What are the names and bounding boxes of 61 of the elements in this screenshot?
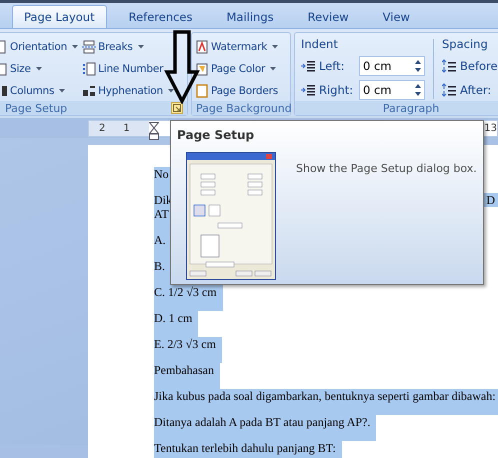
page-borders-icon <box>195 84 209 98</box>
caret-icon <box>272 45 278 49</box>
document-text: Jika kubus pada soal digambarkan, bentuknya seperti gambar dibawah: <box>154 389 498 415</box>
document-text: D. 1 cm <box>154 311 198 337</box>
ribbon-button[interactable]: Page Color <box>194 59 278 79</box>
document-text: B. <box>154 259 172 285</box>
indent-left-icon <box>301 59 315 73</box>
group-title: Page Background <box>196 102 292 114</box>
ribbon-button[interactable]: Watermark <box>194 37 280 57</box>
indent-right-icon <box>301 83 315 97</box>
field-label: Right: <box>319 83 354 97</box>
watermark-icon <box>195 40 209 54</box>
document-text: C. 1/2 √3 cm <box>154 285 223 311</box>
ribbon-button[interactable]: Size <box>0 59 43 79</box>
spacing-before-icon <box>442 59 456 73</box>
indent-marker-icon[interactable] <box>149 122 159 140</box>
caret-icon <box>36 67 42 71</box>
spin-arrows-icon[interactable] <box>415 59 421 73</box>
page-color-icon <box>195 62 209 76</box>
ribbon-button[interactable]: Columns <box>0 81 66 101</box>
hyphenation-icon <box>82 84 96 98</box>
ribbon-tab[interactable]: Page Layout <box>12 5 107 28</box>
document-text: Pembahasan <box>154 363 220 389</box>
caret-icon <box>138 45 144 49</box>
caret-icon <box>270 67 276 71</box>
ribbon-tab[interactable]: Mailings <box>214 5 286 28</box>
dialog-launcher-button[interactable] <box>171 102 183 114</box>
ruler-number: 2 <box>99 123 106 134</box>
breaks-icon <box>82 40 96 54</box>
spin-field[interactable]: 0 cm <box>359 56 425 76</box>
spin-field[interactable]: 0 cm <box>359 80 425 100</box>
spacing-label: Spacing <box>442 37 489 53</box>
field-label: Before: <box>460 59 498 73</box>
caret-icon <box>168 89 174 93</box>
tooltip-description: Show the Page Setup dialog box. <box>296 162 477 177</box>
group-title: Paragraph <box>382 102 440 114</box>
document-text: Ditanya adalah A pada BT atau panjang AP?. <box>154 415 376 441</box>
ribbon-button[interactable]: Hyphenation <box>81 81 175 101</box>
ribbon-button[interactable]: Orientation <box>0 37 80 57</box>
ribbon-button[interactable]: Page Borders <box>194 81 280 101</box>
spin-arrows-icon[interactable] <box>415 83 421 97</box>
indent-label: Indent <box>301 37 339 53</box>
spacing-after-icon <box>442 83 456 97</box>
ribbon-button[interactable]: Line Number <box>81 59 164 79</box>
ribbon-button[interactable]: Breaks <box>81 37 145 57</box>
line-numbers-icon <box>82 62 96 76</box>
down-arrow-icon <box>164 30 200 104</box>
caret-icon <box>72 45 78 49</box>
ribbon-tab[interactable]: Review <box>296 5 361 28</box>
tooltip-title: Page Setup <box>177 128 256 142</box>
group-title: Page Setup <box>5 102 68 114</box>
caret-icon <box>59 89 66 93</box>
ruler-number: 1 <box>123 123 130 134</box>
document-text: E. 2/3 √3 cm <box>154 337 222 363</box>
document-text: D <box>486 193 498 207</box>
ruler-number: 13 <box>484 123 497 134</box>
field-label: Left: <box>319 59 346 73</box>
ribbon-tab[interactable]: View <box>370 5 422 28</box>
field-label: After: <box>460 83 492 97</box>
document-text: Tentukan terlebih dahulu panjang BT: <box>154 441 342 458</box>
ribbon-tab[interactable]: References <box>116 5 204 28</box>
